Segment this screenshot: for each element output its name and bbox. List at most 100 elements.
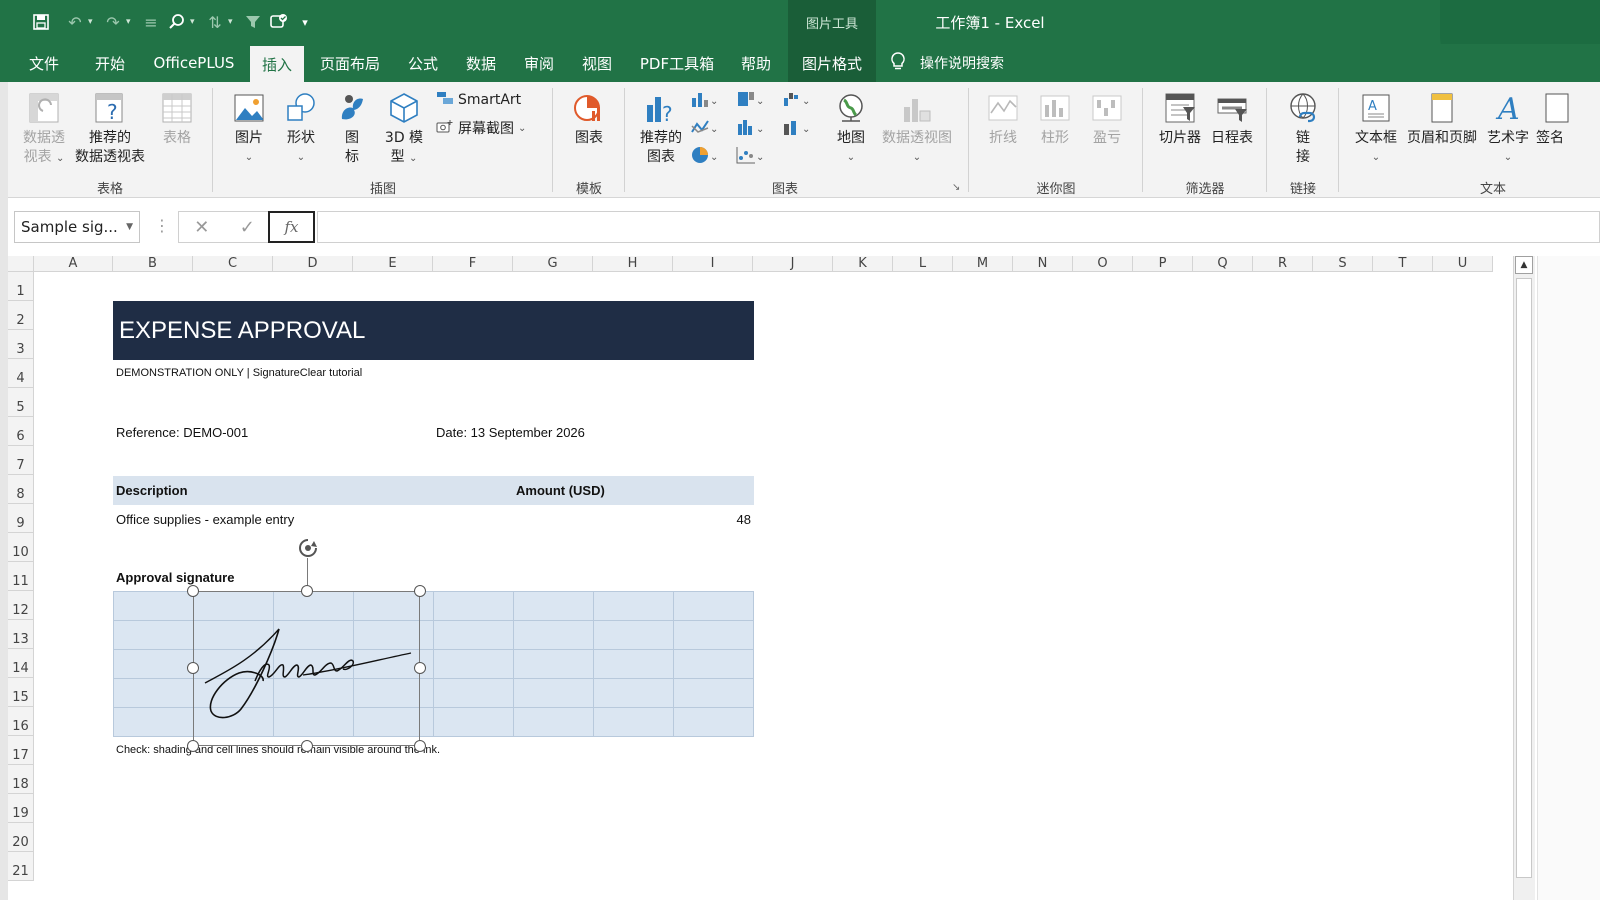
sort-dropdown-icon[interactable]: ▾ xyxy=(228,17,240,27)
column-header-n[interactable]: N xyxy=(1013,256,1073,272)
tab-formulas[interactable]: 公式 xyxy=(398,44,448,82)
row-header-4[interactable]: 4 xyxy=(8,359,34,388)
description-header[interactable]: Description xyxy=(116,483,188,498)
tab-data[interactable]: 数据 xyxy=(456,44,506,82)
undo-icon[interactable]: ↶ xyxy=(62,9,88,35)
sparkline-winloss-button[interactable]: 盈亏 xyxy=(1084,90,1130,148)
column-header-i[interactable]: I xyxy=(673,256,753,272)
row-header-16[interactable]: 16 xyxy=(8,707,34,736)
column-header-m[interactable]: M xyxy=(953,256,1013,272)
approval-signature-label[interactable]: Approval signature xyxy=(116,570,234,585)
tab-file[interactable]: 文件 xyxy=(22,44,66,82)
column-header-d[interactable]: D xyxy=(273,256,353,272)
sort-icon[interactable]: ⇅ xyxy=(202,9,228,35)
column-chart-button[interactable]: ⌄ xyxy=(690,90,718,112)
row-header-19[interactable]: 19 xyxy=(8,794,34,823)
column-header-g[interactable]: G xyxy=(513,256,593,272)
row-header-1[interactable]: 1 xyxy=(8,272,34,301)
search-dropdown-icon[interactable]: ▾ xyxy=(190,17,202,27)
row-header-10[interactable]: 10 xyxy=(8,533,34,562)
row-header-17[interactable]: 17 xyxy=(8,736,34,765)
expense-approval-banner[interactable]: EXPENSE APPROVAL xyxy=(113,301,754,360)
row-header-2[interactable]: 2 xyxy=(8,301,34,330)
select-all-corner[interactable] xyxy=(8,256,34,272)
vertical-scroll-thumb[interactable] xyxy=(1516,278,1532,878)
row-header-7[interactable]: 7 xyxy=(8,446,34,475)
waterfall-chart-button[interactable]: ⌄ xyxy=(782,90,810,112)
column-header-s[interactable]: S xyxy=(1313,256,1373,272)
table-button[interactable]: 表格 xyxy=(154,90,200,148)
shapes-button[interactable]: 形状 ⌄ xyxy=(278,90,324,167)
pie-chart-button[interactable]: ⌄ xyxy=(690,146,718,168)
cancel-entry-icon[interactable]: ✕ xyxy=(194,217,209,238)
hierarchy-chart-button[interactable]: ⌄ xyxy=(736,90,764,112)
combo-chart-button[interactable]: ⌄ xyxy=(782,118,810,140)
reference-cell[interactable]: Reference: DEMO-001 xyxy=(116,425,248,440)
column-header-r[interactable]: R xyxy=(1253,256,1313,272)
resize-handle-left[interactable] xyxy=(187,662,199,674)
formula-input[interactable] xyxy=(317,211,1600,243)
pivot-table-button[interactable]: 数据透 视表 ⌄ xyxy=(16,90,72,168)
tell-me-search[interactable]: 操作说明搜索 xyxy=(890,44,1004,82)
tab-officeplus[interactable]: OfficePLUS xyxy=(144,44,244,82)
redo-icon[interactable]: ↷ xyxy=(100,9,126,35)
column-header-e[interactable]: E xyxy=(353,256,433,272)
formula-bar-grip-icon[interactable]: ⋮ xyxy=(154,216,170,235)
picture-button[interactable]: 图片 ⌄ xyxy=(226,90,272,167)
name-box[interactable]: Sample sig... ▼ xyxy=(14,211,140,243)
amount-header[interactable]: Amount (USD) xyxy=(516,483,605,498)
line-chart-button[interactable]: ⌄ xyxy=(690,118,718,140)
row-header-5[interactable]: 5 xyxy=(8,388,34,417)
sparkline-line-button[interactable]: 折线 xyxy=(980,90,1026,148)
resize-handle-bottom-left[interactable] xyxy=(187,740,199,752)
tab-pdf-toolbox[interactable]: PDF工具箱 xyxy=(630,44,724,82)
screenshot-button[interactable]: 屏幕截图 ⌄ xyxy=(436,118,526,138)
signature-button[interactable]: 签名 xyxy=(1536,90,1576,148)
row-header-15[interactable]: 15 xyxy=(8,678,34,707)
tab-picture-format[interactable]: 图片格式 xyxy=(788,44,876,82)
row-header-14[interactable]: 14 xyxy=(8,649,34,678)
rotate-handle-icon[interactable] xyxy=(293,535,323,561)
undo-dropdown-icon[interactable]: ▾ xyxy=(88,17,100,27)
column-header-p[interactable]: P xyxy=(1133,256,1193,272)
resize-handle-bottom[interactable] xyxy=(301,740,313,752)
tab-insert[interactable]: 插入 xyxy=(250,46,304,82)
column-header-j[interactable]: J xyxy=(753,256,833,272)
form-icon[interactable]: ≡ xyxy=(138,9,164,35)
column-header-h[interactable]: H xyxy=(593,256,673,272)
filter-icon[interactable] xyxy=(240,9,266,35)
row-header-8[interactable]: 8 xyxy=(8,475,34,504)
resize-handle-right[interactable] xyxy=(414,662,426,674)
timeline-button[interactable]: 日程表 xyxy=(1206,90,1258,148)
subtitle-cell[interactable]: DEMONSTRATION ONLY | SignatureClear tuto… xyxy=(116,367,362,379)
row-header-21[interactable]: 21 xyxy=(8,852,34,881)
chart-template-button[interactable]: 图表 xyxy=(566,90,612,148)
slicer-button[interactable]: 切片器 xyxy=(1154,90,1206,148)
picture-selection-frame[interactable] xyxy=(193,591,420,746)
row-header-11[interactable]: 11 xyxy=(8,562,34,591)
search-icon[interactable] xyxy=(164,9,190,35)
row-header-20[interactable]: 20 xyxy=(8,823,34,852)
column-header-a[interactable]: A xyxy=(34,256,113,272)
redo-dropdown-icon[interactable]: ▾ xyxy=(126,17,138,27)
row-header-6[interactable]: 6 xyxy=(8,417,34,446)
column-header-k[interactable]: K xyxy=(833,256,893,272)
tab-home[interactable]: 开始 xyxy=(84,44,136,82)
description-cell[interactable]: Office supplies - example entry xyxy=(116,512,294,527)
date-cell[interactable]: Date: 13 September 2026 xyxy=(436,425,585,440)
row-header-12[interactable]: 12 xyxy=(8,591,34,620)
tab-help[interactable]: 帮助 xyxy=(730,44,782,82)
name-box-dropdown-icon[interactable]: ▼ xyxy=(126,222,133,232)
link-button[interactable]: 链 接 xyxy=(1280,90,1326,167)
icons-button[interactable]: 图 标 xyxy=(330,90,374,167)
header-footer-button[interactable]: 页眉和页脚 xyxy=(1404,90,1480,148)
wordart-button[interactable]: A 艺术字 ⌄ xyxy=(1484,90,1532,167)
scatter-chart-button[interactable]: ⌄ xyxy=(736,146,764,168)
resize-handle-top[interactable] xyxy=(301,585,313,597)
resize-handle-bottom-right[interactable] xyxy=(414,740,426,752)
column-header-c[interactable]: C xyxy=(193,256,273,272)
resize-handle-top-right[interactable] xyxy=(414,585,426,597)
textbox-button[interactable]: A 文本框 ⌄ xyxy=(1350,90,1402,167)
column-header-f[interactable]: F xyxy=(433,256,513,272)
column-header-u[interactable]: U xyxy=(1433,256,1493,272)
